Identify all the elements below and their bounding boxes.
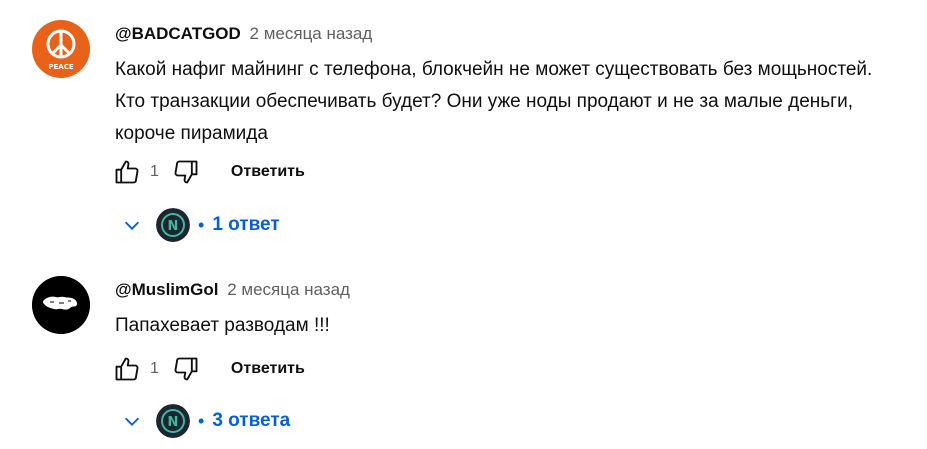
- author-name[interactable]: @BADCATGOD: [115, 24, 241, 43]
- view-replies-button[interactable]: N • 3 ответа: [118, 401, 290, 441]
- timestamp[interactable]: 2 месяца назад: [227, 280, 350, 299]
- svg-text:N: N: [168, 219, 179, 234]
- peace-icon: PEACE: [46, 29, 76, 71]
- comment-header: @MuslimGol 2 месяца назад: [115, 279, 350, 301]
- reply-button[interactable]: Ответить: [231, 163, 305, 181]
- comment: PEACE @BADCATGOD 2 месяца назад Какой на…: [0, 0, 927, 250]
- replies-count[interactable]: 3 ответа: [212, 410, 290, 432]
- reply-avatar: N: [156, 208, 190, 242]
- timestamp[interactable]: 2 месяца назад: [250, 24, 373, 43]
- dislike-button[interactable]: [169, 352, 203, 386]
- view-replies-button[interactable]: N • 1 ответ: [118, 205, 280, 245]
- thumb-up-icon: [115, 357, 139, 381]
- author-name[interactable]: @MuslimGol: [115, 280, 218, 299]
- chevron-down-icon: [118, 211, 146, 239]
- reply-avatar: N: [156, 404, 190, 438]
- thumb-down-icon: [174, 357, 198, 381]
- separator-dot: •: [198, 410, 205, 431]
- comment-actions: 1 Ответить: [110, 352, 305, 386]
- separator-dot: •: [198, 214, 205, 235]
- reply-button[interactable]: Ответить: [231, 360, 305, 378]
- dislike-button[interactable]: [169, 155, 203, 189]
- like-count: 1: [150, 163, 159, 180]
- replies-count[interactable]: 1 ответ: [212, 214, 279, 236]
- comment-header: @BADCATGOD 2 месяца назад: [115, 23, 372, 45]
- chevron-down-icon: [118, 407, 146, 435]
- like-button[interactable]: [110, 155, 144, 189]
- avatar[interactable]: PEACE: [32, 20, 90, 78]
- like-count: 1: [150, 360, 159, 377]
- svg-text:N: N: [168, 415, 179, 430]
- avatar-text: PEACE: [48, 63, 73, 71]
- comment-actions: 1 Ответить: [110, 155, 305, 189]
- thumb-up-icon: [115, 160, 139, 184]
- thumb-down-icon: [174, 160, 198, 184]
- avatar[interactable]: [32, 276, 90, 334]
- comment-text: Какой нафиг майнинг с телефона, блокчейн…: [115, 59, 873, 144]
- like-button[interactable]: [110, 352, 144, 386]
- comment-text: Папахевает разводам !!!: [115, 315, 330, 336]
- comment: @MuslimGol 2 месяца назад Папахевает раз…: [0, 250, 927, 449]
- world-map-icon: [32, 276, 90, 334]
